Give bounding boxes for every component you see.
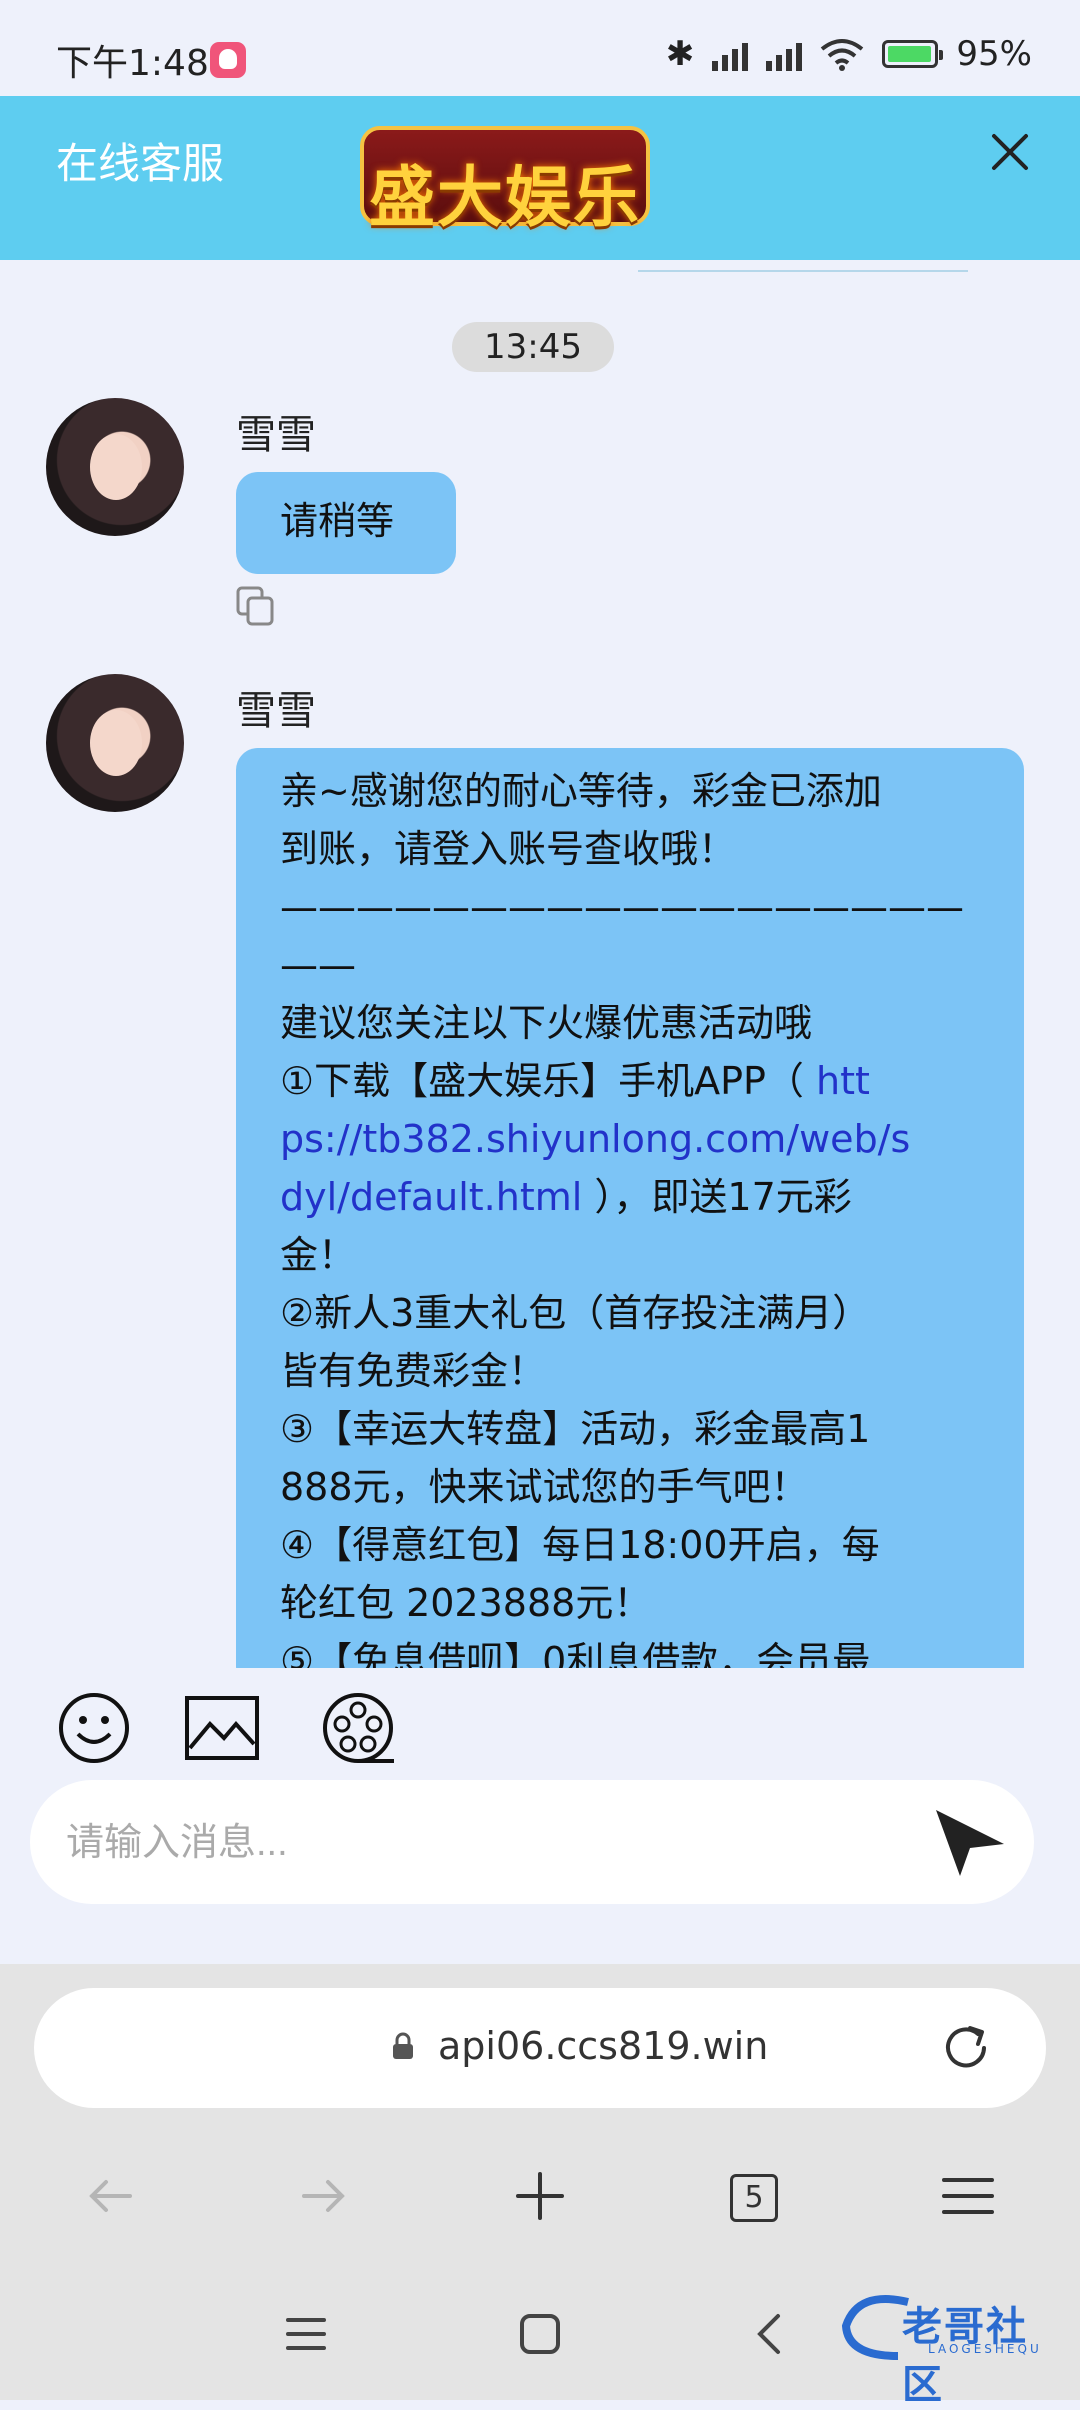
message-text: 请稍等 — [280, 499, 395, 543]
tabs-button[interactable]: 5 — [730, 2174, 778, 2222]
app-notification-icon — [210, 42, 246, 78]
message-line: 轮红包 2023888元！ — [280, 1581, 652, 1625]
header-title: 在线客服 — [56, 139, 225, 188]
chat-messages[interactable]: 13:45 雪雪 请稍等 雪雪 亲~感谢您的耐心等待，彩金已添加 到账，请登入账… — [0, 260, 1080, 1668]
watermark-subtext: LAOGESHEQU — [928, 2342, 1042, 2356]
avatar[interactable] — [46, 674, 184, 812]
composer-toolbar — [0, 1668, 1080, 1776]
avatar[interactable] — [46, 398, 184, 536]
close-icon[interactable] — [980, 122, 1040, 182]
status-time: 下午1:48 — [56, 43, 209, 84]
battery-icon — [882, 40, 944, 68]
reload-icon[interactable] — [940, 2022, 992, 2074]
copy-icon[interactable] — [236, 586, 276, 628]
message-input-box — [30, 1780, 1034, 1904]
forward-icon[interactable] — [294, 2166, 354, 2226]
chat-header: 在线客服 盛大娱乐 — [0, 96, 1080, 260]
lock-icon — [393, 2032, 413, 2059]
new-tab-icon[interactable] — [510, 2166, 570, 2226]
message-line: 皆有免费彩金！ — [280, 1349, 547, 1393]
status-icons: ✱ 95% — [666, 34, 1032, 74]
bluetooth-icon: ✱ — [665, 34, 695, 74]
message-line: ⑤【免息借呗】0利息借款，会员最 — [280, 1639, 871, 1668]
message-line: 到账，请登入账号查收哦！ — [280, 827, 737, 871]
url-text: api06.ccs819.win — [438, 2024, 769, 2068]
wifi-icon — [821, 39, 864, 71]
divider — [638, 270, 968, 272]
message-text: ①下载【盛大娱乐】手机APP（ — [280, 1059, 816, 1103]
message-link[interactable]: htt — [816, 1059, 870, 1103]
message-line: ①下载【盛大娱乐】手机APP（ htt — [280, 1052, 994, 1110]
message-text: ），即送17元彩 — [582, 1175, 852, 1219]
message-line: 888元，快来试试您的手气吧！ — [280, 1465, 809, 1509]
browser-chrome: api06.ccs819.win 5 老哥社区 LAOGESHEQU — [0, 1964, 1080, 2408]
url-bar[interactable]: api06.ccs819.win — [34, 1988, 1046, 2108]
signal-icon — [712, 37, 749, 71]
message-bubble[interactable]: 请稍等 — [236, 472, 456, 574]
image-icon[interactable] — [184, 1690, 260, 1766]
message-link[interactable]: dyl/default.html — [280, 1175, 582, 1219]
emoji-icon[interactable] — [56, 1690, 132, 1766]
watermark-logo: 老哥社区 LAOGESHEQU — [838, 2290, 1068, 2408]
message-line: ②新人3重大礼包（首存投注满月） — [280, 1291, 871, 1335]
message-bubble[interactable]: 亲~感谢您的耐心等待，彩金已添加 到账，请登入账号查收哦！ ——————————… — [236, 748, 1024, 1668]
message-line: 建议您关注以下火爆优惠活动哦 — [280, 1001, 813, 1045]
message-input[interactable] — [64, 1810, 908, 1876]
system-back-icon[interactable] — [746, 2310, 794, 2358]
message-link[interactable]: ps://tb382.shiyunlong.com/web/s — [280, 1110, 994, 1168]
brand-logo: 盛大娱乐 — [340, 106, 670, 246]
message-line: —————————————————— — [280, 885, 964, 929]
signal-icon — [766, 37, 803, 71]
message-timestamp: 13:45 — [452, 322, 614, 372]
message-line: ④【得意红包】每日18:00开启，每 — [280, 1523, 880, 1567]
message-line: dyl/default.html ），即送17元彩 — [280, 1168, 994, 1226]
sender-name: 雪雪 — [236, 688, 316, 734]
message-line: ③【幸运大转盘】活动，彩金最高1 — [280, 1407, 871, 1451]
battery-percent: 95% — [956, 34, 1032, 74]
video-icon[interactable] — [320, 1690, 396, 1766]
sender-name: 雪雪 — [236, 412, 316, 458]
message-line: —— — [280, 943, 356, 987]
message-line: 亲~感谢您的耐心等待，彩金已添加 — [280, 769, 882, 813]
message-line: 金！ — [280, 1233, 357, 1277]
brand-logo-text: 盛大娱乐 — [369, 159, 641, 236]
system-home-icon[interactable] — [516, 2310, 564, 2358]
status-bar: 下午1:48 ✱ 95% — [0, 0, 1080, 96]
menu-icon[interactable] — [938, 2166, 998, 2226]
system-menu-icon[interactable] — [282, 2310, 330, 2358]
send-icon[interactable] — [930, 1804, 1008, 1880]
back-icon[interactable] — [80, 2166, 140, 2226]
